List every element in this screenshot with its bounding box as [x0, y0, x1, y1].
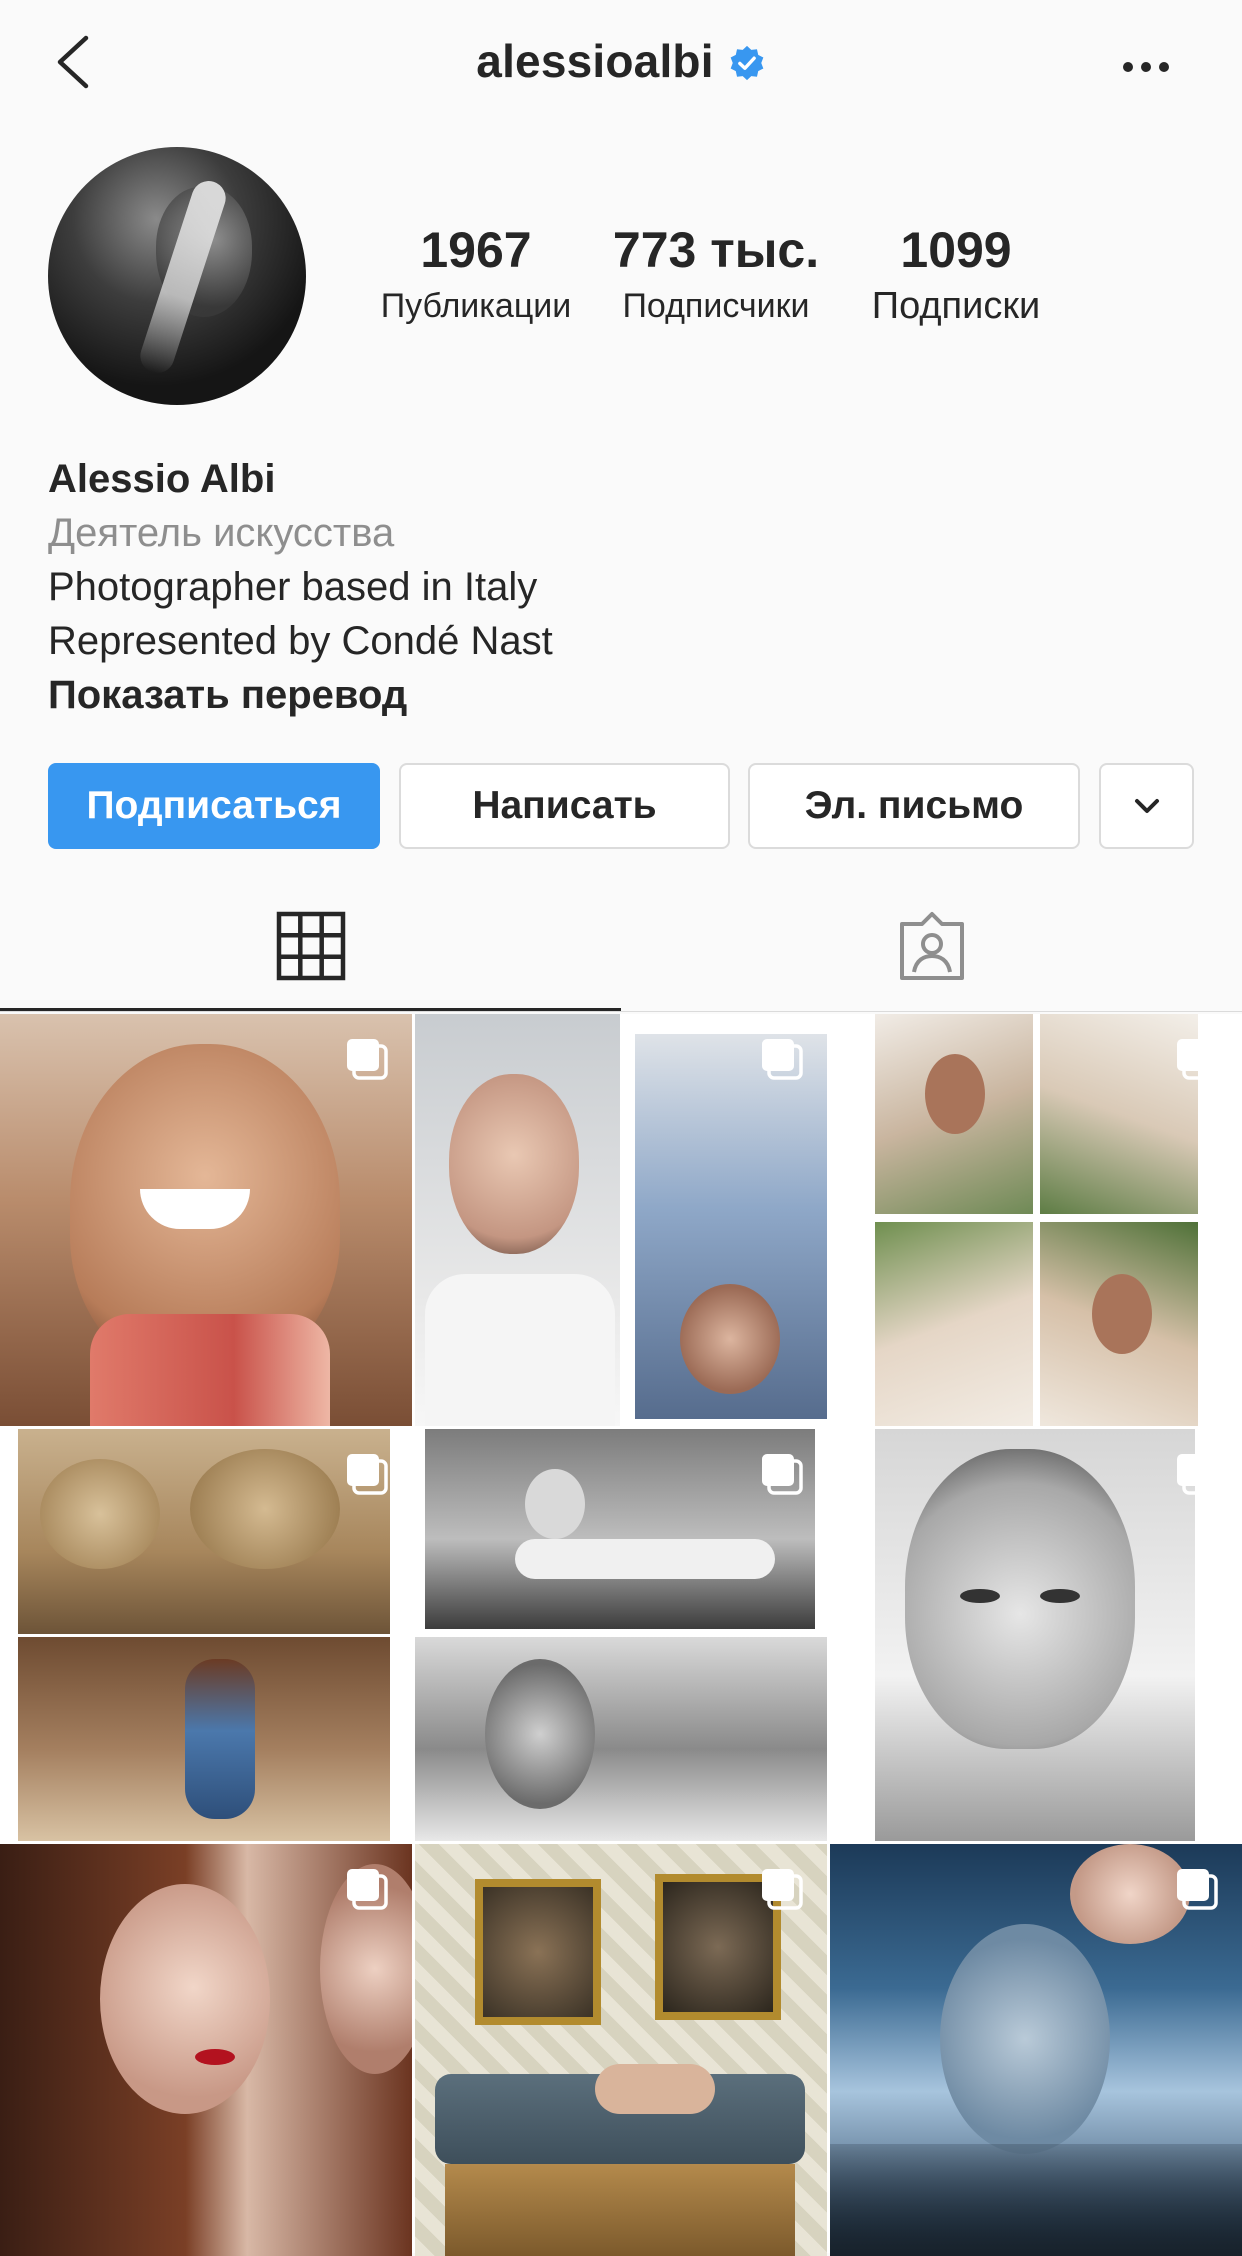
- multiple-photos-icon: [762, 1869, 803, 1910]
- username-title-wrap: alessioalbi: [0, 34, 1242, 88]
- post-thumbnail[interactable]: [415, 1844, 827, 2256]
- multiple-photos-icon: [347, 1454, 388, 1495]
- post-thumbnail[interactable]: [0, 1429, 412, 1841]
- chevron-down-icon: [1134, 799, 1159, 813]
- post-thumbnail[interactable]: [830, 1014, 1242, 1426]
- profile-bio: Alessio Albi Деятель искусства Photograp…: [48, 452, 553, 722]
- tabs-divider: [0, 1011, 1242, 1012]
- post-thumbnail[interactable]: [415, 1429, 827, 1841]
- post-thumbnail[interactable]: [0, 1014, 412, 1426]
- profile-header: alessioalbi: [0, 0, 1242, 136]
- show-translation-link[interactable]: Показать перевод: [48, 668, 553, 722]
- stat-following[interactable]: 1099 Подписки: [872, 225, 1040, 325]
- stat-posts-value: 1967: [420, 222, 532, 278]
- profile-category: Деятель искусства: [48, 511, 395, 555]
- bio-line: Represented by Condé Nast: [48, 619, 553, 663]
- username-title: alessioalbi: [476, 35, 714, 87]
- posts-grid: [0, 1014, 1242, 2256]
- stat-followers-value: 773 тыс.: [612, 222, 820, 278]
- suggested-accounts-button[interactable]: [1099, 763, 1194, 849]
- stat-followers-label: Подписчики: [622, 287, 810, 325]
- more-horizontal-icon: [1123, 62, 1169, 72]
- stat-followers[interactable]: 773 тыс. Подписчики: [613, 225, 819, 323]
- stat-posts[interactable]: 1967 Публикации: [381, 225, 572, 323]
- post-thumbnail[interactable]: [0, 1844, 412, 2256]
- grid-icon: [276, 911, 345, 981]
- verified-badge-icon: [730, 45, 764, 81]
- stat-posts-label: Публикации: [380, 287, 572, 325]
- stat-following-label: Подписки: [871, 285, 1041, 327]
- stat-following-value: 1099: [900, 222, 1012, 278]
- post-thumbnail[interactable]: [830, 1844, 1242, 2256]
- profile-avatar[interactable]: [48, 147, 306, 405]
- post-thumbnail[interactable]: [830, 1429, 1242, 1841]
- email-button[interactable]: Эл. письмо: [748, 763, 1080, 849]
- multiple-photos-icon: [1177, 1039, 1218, 1080]
- multiple-photos-icon: [347, 1869, 388, 1910]
- tagged-user-icon: [899, 912, 964, 980]
- multiple-photos-icon: [762, 1039, 803, 1080]
- profile-tabs: [0, 880, 1242, 1012]
- more-options-button[interactable]: [1116, 50, 1176, 84]
- tab-tagged[interactable]: [621, 880, 1242, 1012]
- multiple-photos-icon: [347, 1039, 388, 1080]
- multiple-photos-icon: [1177, 1454, 1218, 1495]
- bio-line: Photographer based in Italy: [48, 565, 538, 609]
- follow-button[interactable]: Подписаться: [48, 763, 380, 849]
- post-thumbnail[interactable]: [415, 1014, 827, 1426]
- multiple-photos-icon: [1177, 1869, 1218, 1910]
- message-button[interactable]: Написать: [399, 763, 730, 849]
- multiple-photos-icon: [762, 1454, 803, 1495]
- profile-name: Alessio Albi: [48, 457, 276, 501]
- tab-grid[interactable]: [0, 880, 621, 1012]
